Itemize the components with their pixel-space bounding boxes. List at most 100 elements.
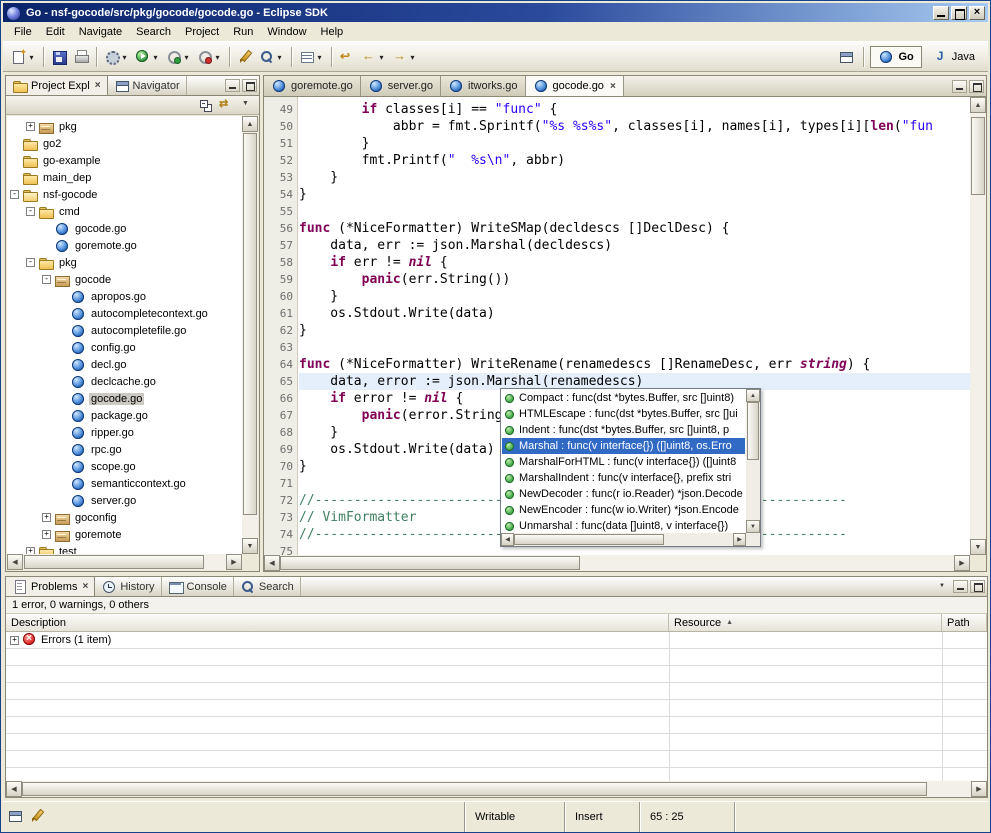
run-button[interactable] — [133, 45, 162, 69]
expand-icon[interactable]: + — [42, 513, 51, 522]
explorer-tab-navigator[interactable]: Navigator — [108, 76, 187, 95]
code-line[interactable]: } — [299, 169, 970, 186]
scroll-up-icon[interactable] — [242, 116, 258, 132]
code-line[interactable]: panic(err.String()) — [299, 271, 970, 288]
dropdown-arrow-icon[interactable] — [315, 51, 324, 63]
scrollbar-thumb[interactable] — [243, 133, 257, 515]
dropdown-arrow-icon[interactable] — [408, 51, 417, 63]
menu-search[interactable]: Search — [129, 24, 178, 40]
tree-item-package-go[interactable]: package.go — [7, 407, 242, 424]
tree-item-cmd[interactable]: -cmd — [7, 203, 242, 220]
view-menu-button[interactable] — [236, 97, 256, 114]
dropdown-arrow-icon[interactable] — [275, 51, 284, 63]
editor-tab-itworks-go[interactable]: itworks.go — [441, 76, 526, 96]
dropdown-arrow-icon[interactable] — [213, 51, 222, 63]
edit-pencil-icon-button[interactable] — [29, 808, 45, 827]
column-header-description[interactable]: Description — [6, 614, 669, 631]
tree-item-goconfig[interactable]: +goconfig — [7, 509, 242, 526]
code-line[interactable]: abbr = fmt.Sprintf("%s %s%s", classes[i]… — [299, 118, 970, 135]
tree-item-goremote-go[interactable]: goremote.go — [7, 237, 242, 254]
problems-horizontal-scrollbar[interactable] — [6, 781, 987, 797]
scrollbar-thumb[interactable] — [280, 556, 580, 570]
link-editor-button[interactable] — [216, 97, 236, 114]
dropdown-arrow-icon[interactable] — [151, 51, 160, 63]
tree-item-apropos-go[interactable]: apropos.go — [7, 288, 242, 305]
menu-window[interactable]: Window — [260, 24, 313, 40]
editor-horizontal-scrollbar[interactable] — [264, 555, 970, 571]
close-tab-icon[interactable]: × — [95, 80, 101, 91]
popup-horizontal-scrollbar[interactable] — [501, 533, 746, 546]
tree-item-goremote[interactable]: +goremote — [7, 526, 242, 543]
editor-tab-goremote-go[interactable]: goremote.go — [264, 76, 361, 96]
dropdown-arrow-icon[interactable] — [27, 51, 36, 63]
last-edit-button[interactable] — [337, 45, 357, 69]
code-line[interactable]: } — [299, 135, 970, 152]
collapse-all-button[interactable] — [196, 97, 216, 114]
code-line[interactable]: func (*NiceFormatter) WriteRename(rename… — [299, 356, 970, 373]
tree-item-nsf-gocode[interactable]: -nsf-gocode — [7, 186, 242, 203]
code-line[interactable]: } — [299, 186, 970, 203]
scroll-right-icon[interactable] — [954, 555, 970, 571]
view-maximize-button[interactable] — [969, 80, 984, 93]
popup-vertical-scrollbar[interactable] — [746, 389, 760, 533]
open-perspective-button[interactable] — [836, 45, 856, 69]
tree-item-test[interactable]: +test — [7, 543, 242, 554]
back-button[interactable] — [359, 45, 388, 69]
dropdown-arrow-icon[interactable] — [182, 51, 191, 63]
completion-item[interactable]: Marshal : func(v interface{}) ([]uint8, … — [502, 438, 745, 454]
scrollbar-thumb[interactable] — [22, 782, 927, 796]
collapse-icon[interactable]: - — [26, 207, 35, 216]
menu-help[interactable]: Help — [314, 24, 351, 40]
new-wizard-button[interactable] — [9, 45, 38, 69]
dropdown-arrow-icon[interactable] — [120, 51, 129, 63]
scroll-right-icon[interactable] — [733, 533, 746, 546]
tree-item-gocode-go[interactable]: gocode.go — [7, 220, 242, 237]
scrollbar-thumb[interactable] — [747, 402, 759, 460]
tree-item-main-dep[interactable]: main_dep — [7, 169, 242, 186]
completion-item[interactable]: MarshalForHTML : func(v interface{}) ([]… — [502, 454, 745, 470]
run-history-button[interactable] — [164, 45, 193, 69]
problems-tab-search[interactable]: Search — [234, 577, 301, 596]
scrollbar-thumb[interactable] — [514, 534, 664, 545]
debug-config-button[interactable] — [195, 45, 224, 69]
scroll-down-icon[interactable] — [746, 520, 760, 533]
scrollbar-thumb[interactable] — [971, 117, 985, 195]
scroll-left-icon[interactable] — [264, 555, 280, 571]
editor-tab-gocode-go[interactable]: gocode.go× — [526, 76, 624, 96]
code-line[interactable] — [299, 203, 970, 220]
tree-item-autocompletefile-go[interactable]: autocompletefile.go — [7, 322, 242, 339]
menu-file[interactable]: File — [7, 24, 39, 40]
code-line[interactable]: if classes[i] == "func" { — [299, 101, 970, 118]
scroll-right-icon[interactable] — [226, 554, 242, 570]
expand-icon[interactable]: + — [26, 547, 35, 554]
expand-icon[interactable]: + — [42, 530, 51, 539]
open-type-button[interactable] — [235, 45, 255, 69]
problems-tab-console[interactable]: Console — [162, 577, 234, 596]
collapse-icon[interactable]: - — [42, 275, 51, 284]
code-line[interactable]: data, err := json.Marshal(decldescs) — [299, 237, 970, 254]
code-line[interactable] — [299, 339, 970, 356]
explorer-vertical-scrollbar[interactable] — [242, 116, 258, 554]
perspective-go[interactable]: Go — [870, 46, 921, 68]
explorer-horizontal-scrollbar[interactable] — [7, 554, 242, 570]
view-maximize-button[interactable] — [970, 580, 985, 593]
problems-row[interactable]: +Errors (1 item) — [6, 632, 987, 649]
close-tab-icon[interactable]: × — [82, 581, 88, 592]
view-minimize-button[interactable] — [225, 79, 240, 92]
tree-item-scope-go[interactable]: scope.go — [7, 458, 242, 475]
code-line[interactable]: } — [299, 322, 970, 339]
scroll-left-icon[interactable] — [6, 781, 22, 797]
completion-item[interactable]: HTMLEscape : func(dst *bytes.Buffer, src… — [502, 406, 745, 422]
tree-item-rpc-go[interactable]: rpc.go — [7, 441, 242, 458]
completion-item[interactable]: Indent : func(dst *bytes.Buffer, src []u… — [502, 422, 745, 438]
tree-item-autocompletecontext-go[interactable]: autocompletecontext.go — [7, 305, 242, 322]
code-line[interactable]: func (*NiceFormatter) WriteSMap(decldesc… — [299, 220, 970, 237]
menu-navigate[interactable]: Navigate — [72, 24, 129, 40]
completion-item[interactable]: Compact : func(dst *bytes.Buffer, src []… — [502, 390, 745, 406]
menu-project[interactable]: Project — [178, 24, 226, 40]
minimize-button[interactable] — [933, 6, 949, 20]
completion-item[interactable]: NewEncoder : func(w io.Writer) *json.Enc… — [502, 502, 745, 518]
expand-icon[interactable]: + — [10, 636, 19, 645]
problems-tab-problems[interactable]: Problems× — [6, 577, 95, 596]
tree-item-pkg[interactable]: +pkg — [7, 118, 242, 135]
